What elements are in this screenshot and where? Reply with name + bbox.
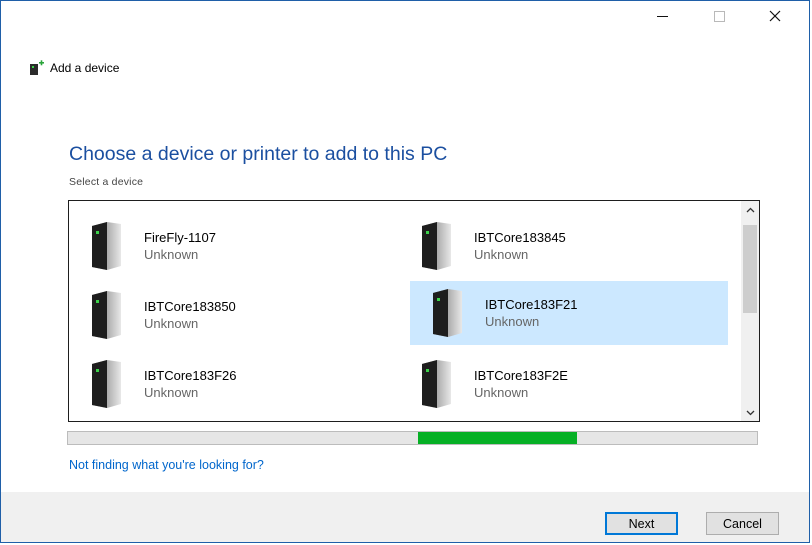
device-name: IBTCore183F26 [144,368,237,383]
device-item[interactable]: IBTCore183845 Unknown [399,214,717,278]
maximize-button [696,1,742,31]
device-item[interactable]: IBTCore183850 Unknown [69,283,387,347]
dialog-header: Add a device [29,59,119,77]
not-finding-link[interactable]: Not finding what you're looking for? [69,458,264,472]
cancel-button[interactable]: Cancel [706,512,779,535]
next-button[interactable]: Next [605,512,678,535]
bluetooth-device-icon [89,220,123,272]
dialog-footer: Next Cancel [1,492,809,542]
device-status: Unknown [144,316,199,331]
add-device-icon [30,60,44,75]
minimize-button[interactable] [639,1,685,31]
device-item[interactable]: FireFly-1107 Unknown [69,214,387,278]
dialog-title: Add a device [50,61,120,75]
add-device-window: Add a device Choose a device or printer … [0,0,810,543]
device-list-scrollbar[interactable] [741,201,759,421]
bluetooth-device-icon [430,287,464,339]
device-name: IBTCore183850 [144,299,236,314]
bluetooth-device-icon [419,358,453,410]
scroll-up-button[interactable] [741,201,759,218]
device-status: Unknown [144,385,199,400]
chevron-down-icon [746,410,754,415]
device-status: Unknown [474,385,529,400]
device-name: IBTCore183F2E [474,368,568,383]
progress-fill [418,432,577,444]
device-status: Unknown [485,314,540,329]
page-heading: Choose a device or printer to add to thi… [69,143,448,165]
search-progress-bar [67,431,758,445]
close-icon [769,10,781,22]
minimize-icon [656,15,668,17]
bluetooth-device-icon [419,220,453,272]
device-item[interactable]: IBTCore183F21 Unknown [410,281,728,345]
scroll-thumb[interactable] [743,225,757,313]
device-name: IBTCore183845 [474,230,566,245]
device-name: FireFly-1107 [144,230,217,245]
device-item[interactable]: IBTCore183F26 Unknown [69,352,387,416]
title-bar[interactable] [1,1,809,31]
device-list[interactable]: FireFly-1107 Unknown IBTCore183845 Unkno… [68,200,760,422]
device-status: Unknown [144,247,199,262]
select-device-label: Select a device [69,176,144,188]
bluetooth-device-icon [89,358,123,410]
device-status: Unknown [474,247,529,262]
scroll-down-button[interactable] [741,404,759,421]
chevron-up-icon [746,207,754,212]
device-name: IBTCore183F21 [485,297,578,312]
close-button[interactable] [752,1,798,31]
bluetooth-device-icon [89,289,123,341]
device-item[interactable]: IBTCore183F2E Unknown [399,352,717,416]
maximize-icon [713,10,725,22]
